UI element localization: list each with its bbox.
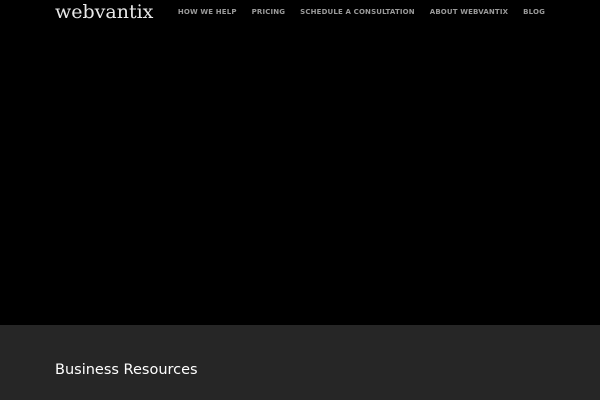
site-header: webvantix HOW WE HELP PRICING SCHEDULE A… [0,0,600,26]
nav-item-schedule-consultation[interactable]: SCHEDULE A CONSULTATION [300,8,415,17]
nav-item-how-we-help[interactable]: HOW WE HELP [178,8,237,17]
business-resources-section: Business Resources [0,325,600,400]
hero-area [0,26,600,325]
nav-item-blog[interactable]: BLOG [523,8,545,17]
section-title: Business Resources [55,362,198,378]
page: webvantix HOW WE HELP PRICING SCHEDULE A… [0,0,600,400]
nav-item-about[interactable]: ABOUT WEBVANTIX [430,8,508,17]
site-logo[interactable]: webvantix [55,1,153,23]
main-nav: HOW WE HELP PRICING SCHEDULE A CONSULTAT… [178,8,545,17]
nav-item-pricing[interactable]: PRICING [252,8,286,17]
